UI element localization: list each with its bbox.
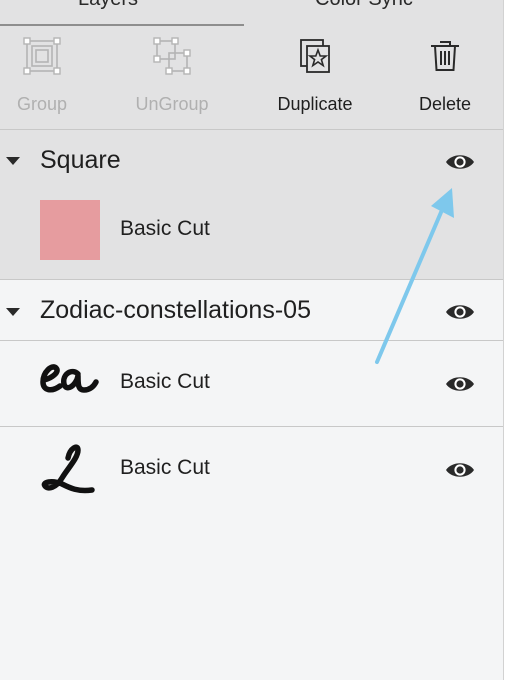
- group-icon: [23, 37, 61, 75]
- delete-button[interactable]: Delete: [400, 26, 490, 129]
- tab-layers[interactable]: Layers: [78, 0, 138, 11]
- ungroup-button[interactable]: UnGroup: [114, 26, 230, 129]
- visibility-eye-icon[interactable]: [445, 152, 475, 172]
- trash-icon: [431, 41, 459, 71]
- layer-label[interactable]: Basic Cut: [120, 217, 210, 241]
- group-button[interactable]: Group: [0, 26, 84, 129]
- visibility-eye-icon[interactable]: [445, 302, 475, 322]
- layer-thumbnail-square: [40, 200, 100, 260]
- delete-label: Delete: [418, 94, 472, 114]
- duplicate-label: Duplicate: [277, 94, 353, 114]
- ungroup-label: UnGroup: [135, 94, 209, 114]
- visibility-eye-icon[interactable]: [445, 460, 475, 480]
- duplicate-icon: [300, 39, 330, 73]
- tab-bar: Layers Color Sync: [0, 0, 503, 26]
- layer-group-square: Square Basic Cut: [0, 130, 503, 280]
- layers-panel: Layers Color Sync Group: [0, 0, 503, 680]
- tab-color-sync[interactable]: Color Sync: [315, 0, 413, 11]
- ungroup-icon: [153, 37, 191, 75]
- L-script-glyph-thumbnail: [41, 444, 95, 494]
- visibility-eye-icon[interactable]: [445, 374, 475, 394]
- panel-edge-scrollbar[interactable]: [503, 0, 514, 680]
- group-label: Group: [16, 94, 68, 114]
- collapse-caret-icon[interactable]: [6, 157, 20, 165]
- row-divider: [0, 340, 503, 341]
- layer-label[interactable]: Basic Cut: [120, 456, 210, 480]
- collapse-caret-icon[interactable]: [6, 308, 20, 316]
- eq-script-glyph-thumbnail: [40, 364, 99, 393]
- group-name[interactable]: Zodiac-constellations-05: [40, 296, 311, 325]
- layer-label[interactable]: Basic Cut: [120, 370, 210, 394]
- group-name[interactable]: Square: [40, 146, 121, 175]
- duplicate-button[interactable]: Duplicate: [257, 26, 373, 129]
- layers-toolbar: Group UnGroup Duplicate Delete: [0, 26, 503, 130]
- row-divider: [0, 426, 503, 427]
